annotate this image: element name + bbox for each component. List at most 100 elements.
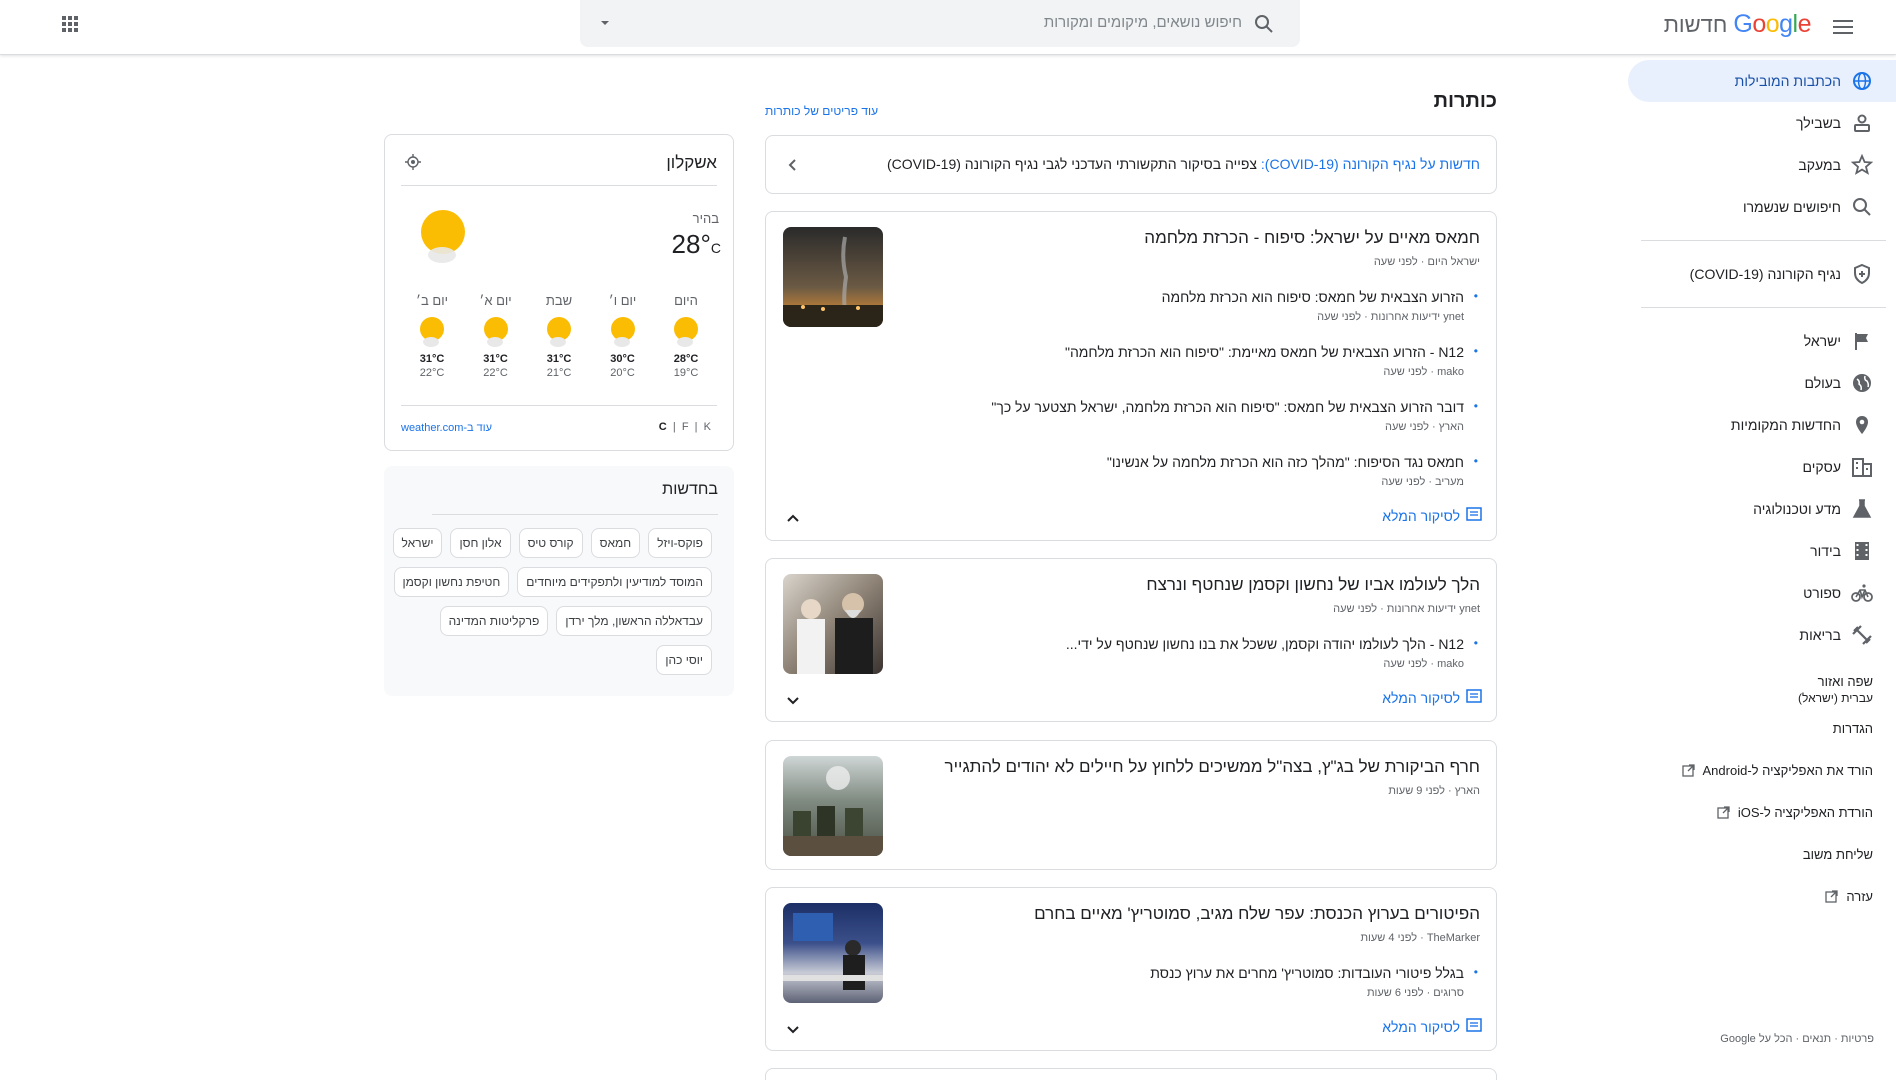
story-image[interactable] <box>783 756 883 856</box>
google-logo: Google <box>1733 10 1811 38</box>
forecast-high: 28°C <box>673 353 699 365</box>
full-coverage-link[interactable]: לסיקור המלא <box>1382 1018 1482 1035</box>
story-image[interactable] <box>783 227 883 327</box>
sidebar: הכתבות המובילות בשבילך במעקב חיפושים שנש… <box>1628 60 1896 917</box>
forecast-day[interactable]: יום א׳ 31°C 22°C <box>471 293 521 379</box>
search-bar[interactable]: חיפוש נושאים, מיקומים ומקורות <box>580 0 1300 47</box>
chevron-up-icon[interactable] <box>784 510 802 528</box>
android-app-link[interactable]: הורד את האפליקציה ל-Android <box>1628 749 1896 791</box>
forecast-day[interactable]: שבת 31°C 21°C <box>534 293 584 379</box>
unit-kelvin[interactable]: K <box>704 421 711 433</box>
full-coverage-icon <box>1466 1018 1482 1035</box>
covid-banner-link[interactable]: חדשות על נגיף הקורונה (COVID-19): <box>1261 156 1480 172</box>
related-article[interactable]: דובר הזרוע הצבאית של חמאס: "סיפוח הוא הכ… <box>991 399 1477 415</box>
story-title[interactable]: הפיטורים בערוץ הכנסת: עפר שלח מגיב, סמוט… <box>1034 904 1480 924</box>
chevron-down-icon[interactable] <box>784 691 802 709</box>
film-icon <box>1851 540 1873 562</box>
apps-grid-icon[interactable] <box>58 12 82 36</box>
topic-chip[interactable]: פוקס-ויזל <box>648 528 712 558</box>
flask-icon <box>1851 498 1873 520</box>
story-title[interactable]: חרף הביקורת של בג"ץ, בצה"ל ממשיכים ללחוץ… <box>945 757 1480 777</box>
divider <box>401 405 717 406</box>
star-icon <box>1850 153 1874 176</box>
sidebar-item-sports[interactable]: ספורט <box>1628 572 1896 614</box>
sidebar-item-for-you[interactable]: בשבילך <box>1628 102 1896 144</box>
sidebar-item-covid[interactable]: נגיף הקורונה (COVID-19) <box>1628 253 1896 295</box>
globe-icon <box>1851 70 1873 92</box>
topic-chip[interactable]: פרקליטות המדינה <box>439 606 549 636</box>
forecast-day[interactable]: היום 28°C 19°C <box>661 293 711 379</box>
in-the-news-widget: בחדשות פוקס-ויזל חמאס קורס טיס אלון חסן … <box>384 466 734 696</box>
full-coverage-link[interactable]: לסיקור המלא <box>1382 689 1482 706</box>
sidebar-item-label: הכתבות המובילות <box>1734 73 1841 89</box>
weather-condition: בהיר <box>692 211 719 226</box>
chevron-down-icon[interactable] <box>784 1020 802 1038</box>
topic-chip[interactable]: יוסי כהן <box>656 645 712 675</box>
topic-chip[interactable]: אלון חסן <box>450 528 511 558</box>
forecast-low: 20°C <box>610 367 635 379</box>
sidebar-item-top-stories[interactable]: הכתבות המובילות <box>1628 60 1896 102</box>
full-coverage-label: לסיקור המלא <box>1382 689 1460 706</box>
sidebar-item-label: חיפושים שנשמרו <box>1742 199 1841 215</box>
related-article[interactable]: בגלל פיטורי העובדות: סמוטריץ' מחרים את ע… <box>1150 965 1477 981</box>
sidebar-item-israel[interactable]: ישראל <box>1628 320 1896 362</box>
topic-chip[interactable]: חטיפת נחשון וקסמן <box>393 567 510 597</box>
full-coverage-link[interactable]: לסיקור המלא <box>1382 507 1482 524</box>
sidebar-item-science[interactable]: מדע וטכנולוגיה <box>1628 488 1896 530</box>
settings-link[interactable]: הגדרות <box>1628 707 1896 749</box>
footer-links[interactable]: פרטיות · תנאים · הכל על Google <box>1720 1033 1874 1045</box>
help-link[interactable]: עזרה <box>1628 875 1896 917</box>
feedback-label: שליחת משוב <box>1802 846 1873 862</box>
story-image[interactable] <box>783 903 883 1003</box>
story-meta: TheMarker · לפני 4 שעות <box>1360 932 1480 944</box>
story-title[interactable]: הלך לעולמו אביו של נחשון וקסמן שנחטף ונר… <box>1146 575 1480 595</box>
language-region[interactable]: שפה ואזור עברית (ישראל) <box>1628 673 1896 707</box>
weather-source-link[interactable]: עוד ב-weather.com <box>401 422 492 434</box>
search-icon[interactable] <box>1252 12 1276 36</box>
related-article[interactable]: חמאס נגד הסיפוח: "מהלך כזה הוא הכרזת מלח… <box>1107 454 1478 470</box>
topic-chip[interactable]: עבדאללה הראשון, מלך ירדן <box>556 606 712 636</box>
ios-app-link[interactable]: הורדת האפליקציה ל-iOS <box>1628 791 1896 833</box>
ios-app-label: הורדת האפליקציה ל-iOS <box>1737 804 1873 820</box>
related-article-meta: הארץ · לפני שעה <box>1385 421 1464 433</box>
related-article[interactable]: N12 - הלך לעולמו יהודה וקסמן, ששכל את בנ… <box>1066 636 1478 652</box>
sidebar-item-local[interactable]: החדשות המקומיות <box>1628 404 1896 446</box>
sidebar-item-entertainment[interactable]: בידור <box>1628 530 1896 572</box>
more-headlines-link[interactable]: עוד פריטים של כותרות <box>765 104 878 118</box>
story-image[interactable] <box>783 574 883 674</box>
related-article[interactable]: הזרוע הצבאית של חמאס: סיפוח הוא הכרזת מל… <box>1162 289 1479 305</box>
related-article[interactable]: N12 - הזרוע הצבאית של חמאס מאיימת: "סיפו… <box>1065 344 1478 360</box>
sidebar-item-saved-searches[interactable]: חיפושים שנשמרו <box>1628 186 1896 228</box>
weather-widget: אשקלון בהיר 28°C היום 28°C 19°C יום ו׳ 3… <box>384 134 734 451</box>
sidebar-item-label: ישראל <box>1803 333 1841 349</box>
forecast-day[interactable]: יום ו׳ 30°C 20°C <box>598 293 648 379</box>
external-link-icon <box>1825 889 1839 903</box>
topic-chip[interactable]: ישראל <box>392 528 443 558</box>
covid-banner[interactable]: חדשות על נגיף הקורונה (COVID-19): צפייה … <box>765 135 1497 194</box>
sidebar-item-world[interactable]: בעולם <box>1628 362 1896 404</box>
sidebar-item-following[interactable]: במעקב <box>1628 144 1896 186</box>
topic-chip[interactable]: המוסד למודיעין ולתפקידים מיוחדים <box>517 567 712 597</box>
weather-location[interactable]: אשקלון <box>666 153 717 173</box>
unit-fahrenheit[interactable]: F <box>682 421 689 433</box>
topic-chip[interactable]: קורס טיס <box>518 528 583 558</box>
topic-chip[interactable]: חמאס <box>590 528 641 558</box>
sidebar-item-health[interactable]: בריאות <box>1628 614 1896 656</box>
forecast-day[interactable]: יום ב׳ 31°C 22°C <box>407 293 457 379</box>
forecast-row: היום 28°C 19°C יום ו׳ 30°C 20°C שבת 31°C… <box>401 293 717 379</box>
sidebar-item-label: בריאות <box>1799 627 1841 643</box>
search-input[interactable]: חיפוש נושאים, מיקומים ומקורות <box>1044 14 1242 31</box>
feedback-link[interactable]: שליחת משוב <box>1628 833 1896 875</box>
location-target-icon[interactable] <box>405 154 421 170</box>
main-menu-icon[interactable] <box>1828 12 1858 42</box>
search-options-caret-icon[interactable] <box>596 14 614 32</box>
sidebar-item-business[interactable]: עסקים <box>1628 446 1896 488</box>
chevron-left-icon[interactable] <box>784 156 802 174</box>
story-title[interactable]: חמאס מאיים על ישראל: סיפוח - הכרזת מלחמה <box>1144 228 1480 248</box>
person-icon <box>1851 112 1873 134</box>
world-icon <box>1851 372 1873 394</box>
related-article-meta: mako · לפני שעה <box>1383 366 1464 378</box>
in-the-news-title: בחדשות <box>662 481 718 498</box>
unit-celsius[interactable]: C <box>659 421 667 433</box>
google-news-logo[interactable]: Google חדשות <box>1664 10 1812 39</box>
